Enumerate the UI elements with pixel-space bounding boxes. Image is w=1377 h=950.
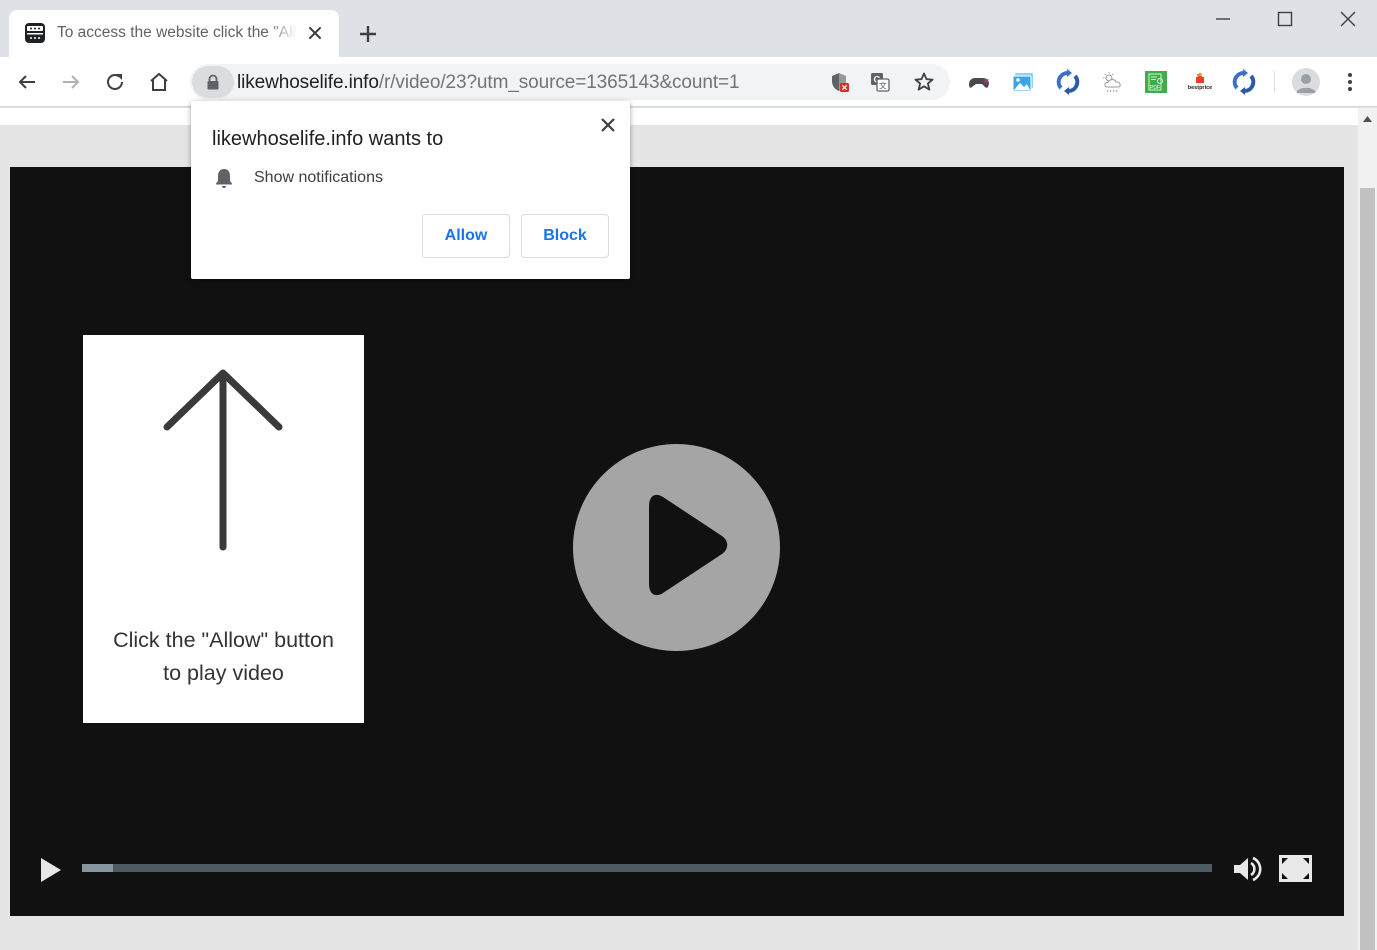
back-arrow-icon[interactable] xyxy=(13,68,41,96)
play-circle-icon xyxy=(649,494,728,596)
person-icon xyxy=(1296,74,1316,93)
address-bar[interactable]: likewhoselife.info/r/video/23?utm_source… xyxy=(190,64,950,100)
forward-arrow-icon[interactable] xyxy=(57,68,85,96)
window-close-icon[interactable] xyxy=(1325,0,1371,38)
url-path: /r/video/23?utm_source=1365143&count=1 xyxy=(378,72,740,93)
video-player[interactable]: Click the "Allow" button to play video xyxy=(10,167,1344,916)
tab-close-icon[interactable] xyxy=(305,23,325,43)
url-text[interactable]: likewhoselife.info/r/video/23?utm_source… xyxy=(237,72,740,94)
lock-icon xyxy=(207,74,219,90)
toolbar-separator xyxy=(1274,71,1275,93)
maximize-icon[interactable] xyxy=(1262,0,1308,38)
translate-icon[interactable]: G 文 xyxy=(868,70,892,94)
prompt-close-icon[interactable] xyxy=(596,113,620,137)
url-domain: likewhoselife.info xyxy=(237,72,379,93)
sync-extension-icon-2[interactable] xyxy=(1231,69,1257,95)
browser-title-bar: To access the website click the "Allow" … xyxy=(0,0,1377,57)
page-scrollbar[interactable] xyxy=(1358,108,1377,950)
block-button[interactable]: Block xyxy=(521,214,609,258)
gamepad-extension-icon[interactable] xyxy=(966,69,992,95)
scroll-up-arrow-icon[interactable] xyxy=(1358,108,1377,128)
prompt-title: likewhoselife.info wants to xyxy=(212,128,444,150)
scrollbar-thumb[interactable] xyxy=(1360,188,1375,950)
big-play-button[interactable] xyxy=(573,444,780,651)
notification-permission-prompt: likewhoselife.info wants to Show notific… xyxy=(191,101,630,279)
minimize-icon[interactable] xyxy=(1200,0,1246,38)
browser-tab[interactable]: To access the website click the "Allow" … xyxy=(9,10,339,57)
svg-text:文: 文 xyxy=(879,81,887,91)
tab-title: To access the website click the "Allow" … xyxy=(57,24,297,41)
blocked-notifications-shield-icon[interactable] xyxy=(827,70,851,94)
more-vert-icon[interactable] xyxy=(1338,68,1362,96)
sync-extension-icon[interactable] xyxy=(1055,69,1081,95)
progress-bar[interactable] xyxy=(82,864,1212,872)
home-icon[interactable] xyxy=(145,68,173,96)
new-tab-plus-icon[interactable] xyxy=(354,20,382,48)
permission-label: Show notifications xyxy=(254,169,383,186)
play-icon[interactable] xyxy=(38,856,64,884)
site-info-button[interactable] xyxy=(192,66,234,98)
allow-button[interactable]: Allow xyxy=(422,214,510,258)
volume-icon[interactable] xyxy=(1232,853,1264,885)
bell-icon xyxy=(216,169,232,188)
reload-icon[interactable] xyxy=(101,68,129,96)
hint-line-2: to play video xyxy=(163,661,284,685)
bestprice-label: bestprice xyxy=(1188,85,1212,91)
arrow-up-icon xyxy=(163,369,283,551)
photos-extension-icon[interactable] xyxy=(1010,69,1036,95)
fullscreen-icon[interactable] xyxy=(1279,855,1312,882)
video-player-favicon-icon xyxy=(25,23,45,43)
allow-hint-text: Click the "Allow" button to play video xyxy=(83,624,364,690)
weather-extension-icon[interactable] xyxy=(1100,69,1126,95)
pdf-label: PDF xyxy=(1150,85,1160,91)
bestprice-extension-icon[interactable]: bestprice xyxy=(1187,69,1213,95)
progress-fill xyxy=(82,864,113,872)
profile-avatar-icon[interactable] xyxy=(1292,68,1320,96)
browser-toolbar: likewhoselife.info/r/video/23?utm_source… xyxy=(0,57,1377,107)
pdf-extension-icon[interactable]: PDF xyxy=(1143,69,1169,95)
allow-hint-card: Click the "Allow" button to play video xyxy=(83,335,364,723)
hint-line-1: Click the "Allow" button xyxy=(113,628,334,652)
bookmark-star-icon[interactable] xyxy=(912,70,936,94)
